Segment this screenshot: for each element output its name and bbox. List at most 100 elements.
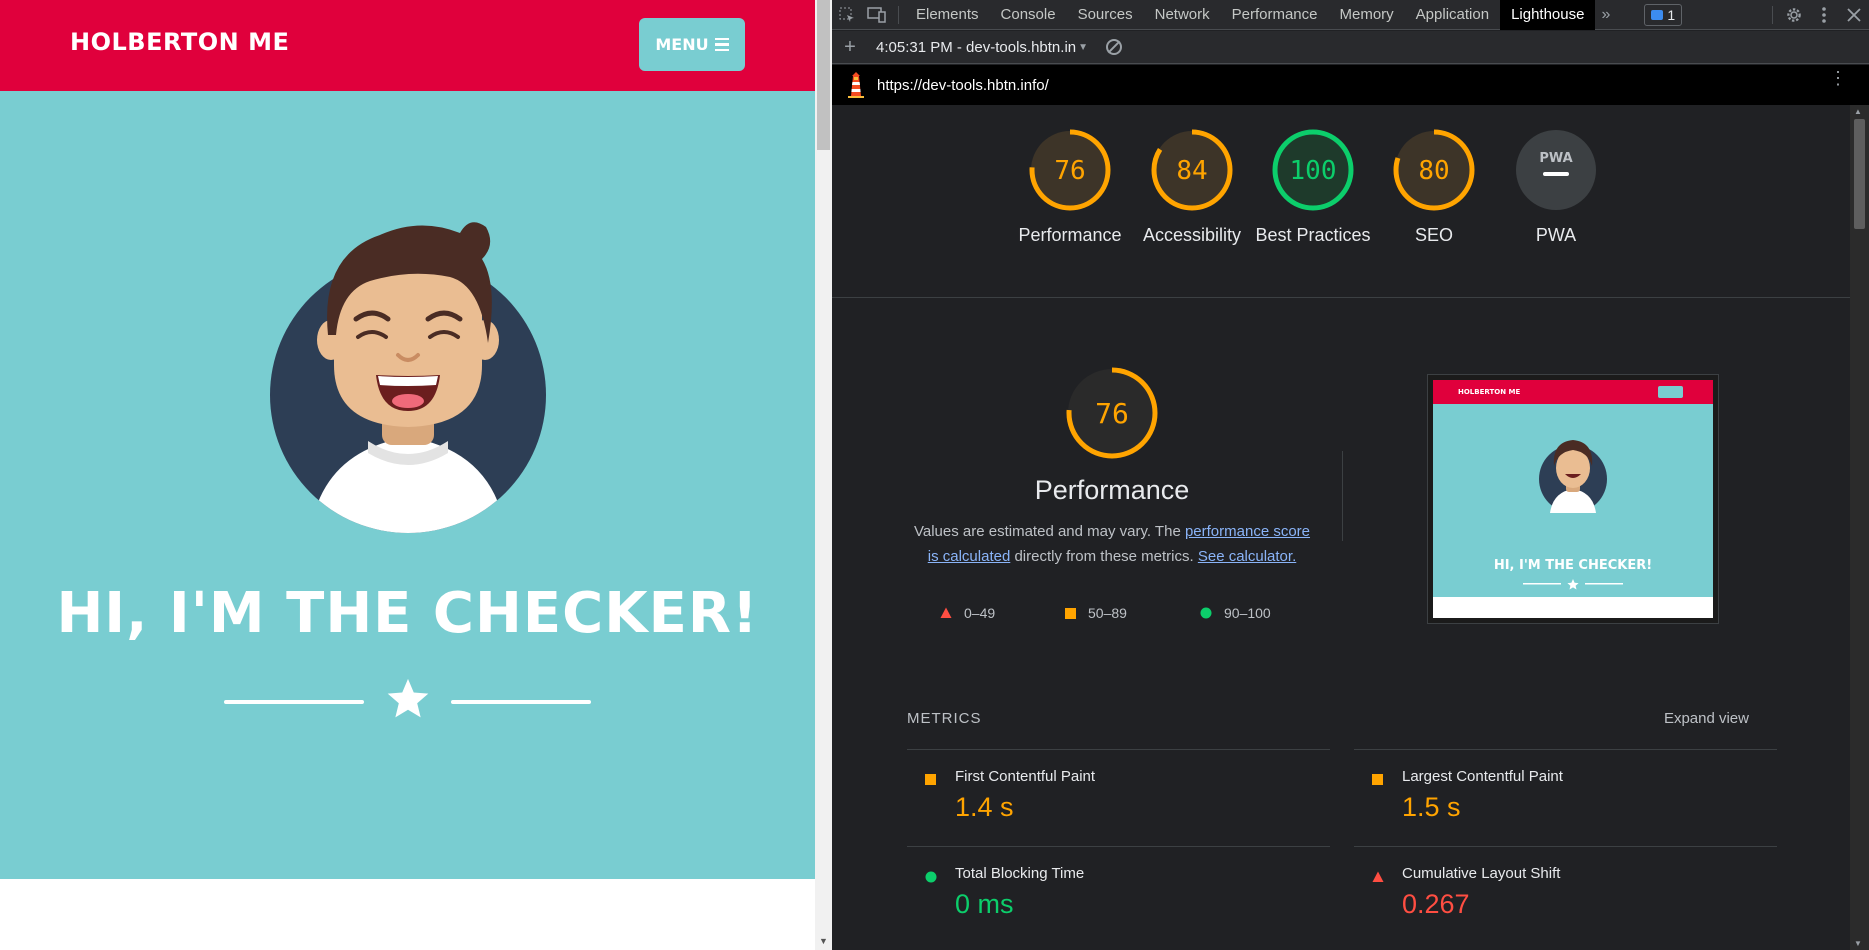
avatar-illustration — [270, 222, 546, 533]
gauge-ring: 84 — [1151, 129, 1233, 211]
tab-lighthouse[interactable]: Lighthouse — [1500, 0, 1596, 30]
gauge-ring: 76 — [1029, 129, 1111, 211]
performance-section: 76 Performance Values are estimated and … — [832, 298, 1850, 950]
gauge-performance[interactable]: 76 Performance — [1010, 127, 1130, 248]
gauge-label: SEO — [1414, 225, 1453, 245]
thumb-title: HI, I'M THE CHECKER! — [1493, 558, 1653, 573]
gear-icon[interactable] — [1779, 0, 1809, 30]
divider-line-left — [224, 700, 364, 704]
square-average-icon — [925, 774, 936, 785]
legend-pass: 90–100 — [1200, 605, 1271, 621]
close-icon[interactable] — [1839, 0, 1869, 30]
gauge-ring: 80 — [1393, 129, 1475, 211]
device-toolbar-icon[interactable] — [862, 0, 892, 30]
devtools-panel: Elements Console Sources Network Perform… — [832, 0, 1869, 950]
score-legend: 0–49 50–89 90–100 — [940, 605, 1340, 627]
site-header: HOLBERTON ME MENU — [0, 0, 815, 91]
metric-value: 0.267 — [1402, 889, 1470, 919]
tab-sources[interactable]: Sources — [1067, 0, 1144, 30]
triangle-fail-icon — [940, 607, 952, 618]
menu-button[interactable]: MENU — [639, 18, 745, 71]
legend-label: 90–100 — [1224, 605, 1271, 621]
lighthouse-report: 76 Performance 84 Accessibility 100 Best… — [832, 105, 1850, 950]
circle-pass-icon — [925, 871, 937, 883]
report-tools-kebab-icon[interactable]: ⋮ — [1829, 69, 1847, 87]
site-brand[interactable]: HOLBERTON ME — [70, 28, 289, 56]
star-icon — [387, 678, 429, 718]
issues-count: 1 — [1667, 6, 1676, 23]
tab-elements[interactable]: Elements — [905, 0, 990, 30]
hero-title: HI, I'M THE CHECKER! — [56, 581, 759, 646]
tab-memory[interactable]: Memory — [1329, 0, 1405, 30]
hero-section: HI, I'M THE CHECKER! — [0, 91, 815, 879]
scroll-up-arrow-icon[interactable]: ▲ — [1854, 107, 1862, 116]
more-tabs-chevron-icon[interactable]: » — [1595, 6, 1616, 24]
inspect-element-icon[interactable] — [832, 0, 862, 30]
gauge-pwa[interactable]: PWA PWA — [1496, 127, 1616, 248]
gauge-label: Performance — [1018, 225, 1122, 245]
devtools-tabbar: Elements Console Sources Network Perform… — [832, 0, 1869, 30]
menu-button-label: MENU — [655, 35, 709, 54]
see-calculator-link[interactable]: See calculator. — [1198, 548, 1296, 565]
report-scrollbar[interactable]: ▲ ▼ — [1850, 105, 1869, 950]
category-gauges: 76 Performance 84 Accessibility 100 Best… — [832, 105, 1850, 298]
gauge-score: 100 — [1290, 156, 1337, 186]
report-scrollbar-thumb[interactable] — [1854, 119, 1865, 229]
section-divider — [1342, 451, 1343, 541]
gauge-score: 76 — [1054, 156, 1085, 186]
metric-name: Cumulative Layout Shift — [1402, 865, 1561, 882]
performance-score: 76 — [1095, 397, 1129, 430]
metric-total-blocking-time[interactable]: Total Blocking Time 0 ms — [907, 846, 1330, 943]
report-url[interactable]: https://dev-tools.hbtn.info/ — [877, 77, 1049, 94]
toolbar-separator — [898, 5, 899, 24]
issues-counter-button[interactable]: 1 — [1644, 3, 1683, 26]
gauge-label: Best Practices — [1255, 225, 1371, 245]
toolbar-separator — [1772, 6, 1773, 24]
metric-name: Largest Contentful Paint — [1402, 768, 1563, 785]
website-scrollbar[interactable]: ▼ — [815, 0, 832, 950]
lighthouse-toolbar: + 4:05:31 PM - dev-tools.hbtn.in ▼ — [832, 31, 1869, 64]
report-url-bar: https://dev-tools.hbtn.info/ ⋮ — [832, 65, 1869, 105]
gauge-seo[interactable]: 80 SEO — [1374, 127, 1494, 248]
scroll-down-arrow-icon[interactable]: ▼ — [1854, 939, 1862, 948]
metric-name: Total Blocking Time — [955, 865, 1085, 882]
thumb-star-divider — [1523, 579, 1623, 590]
pwa-badge-text: PWA — [1539, 151, 1572, 166]
new-report-plus-icon[interactable]: + — [832, 36, 868, 59]
final-screenshot[interactable]: HOLBERTON ME HI, I'M THE CHECKER! — [1427, 374, 1719, 624]
legend-average: 50–89 — [1065, 605, 1127, 621]
scroll-down-arrow-icon[interactable]: ▼ — [819, 936, 828, 946]
report-selector[interactable]: 4:05:31 PM - dev-tools.hbtn.in — [876, 39, 1076, 56]
thumb-menu-button — [1658, 386, 1683, 398]
thumb-brand: HOLBERTON ME — [1458, 388, 1521, 396]
tab-console[interactable]: Console — [990, 0, 1067, 30]
performance-title: Performance — [1034, 475, 1190, 505]
gauge-best-practices[interactable]: 100 Best Practices — [1253, 127, 1373, 248]
metric-value: 1.4 s — [955, 792, 1014, 822]
expand-view-toggle[interactable]: Expand view — [1664, 710, 1749, 727]
desc-text: directly from these metrics. — [1010, 548, 1198, 565]
metric-first-contentful-paint[interactable]: First Contentful Paint 1.4 s — [907, 749, 1330, 846]
gauge-label: PWA — [1535, 225, 1577, 245]
circle-pass-icon — [1200, 607, 1212, 619]
performance-description: Values are estimated and may vary. The p… — [908, 519, 1316, 569]
lighthouse-logo-icon — [848, 72, 864, 98]
metric-largest-contentful-paint[interactable]: Largest Contentful Paint 1.5 s — [1354, 749, 1777, 846]
kebab-menu-icon[interactable] — [1809, 0, 1839, 30]
legend-label: 0–49 — [964, 605, 996, 621]
metric-value: 0 ms — [955, 889, 1014, 919]
tab-performance[interactable]: Performance — [1221, 0, 1329, 30]
website-scrollbar-thumb[interactable] — [817, 0, 830, 150]
legend-label: 50–89 — [1088, 605, 1127, 621]
tab-application[interactable]: Application — [1405, 0, 1500, 30]
website-viewport: HOLBERTON ME MENU HI, I'M THE CHECKER! — [0, 0, 815, 950]
clear-reports-icon[interactable] — [1106, 39, 1123, 55]
square-average-icon — [1065, 607, 1076, 619]
gauge-label: Accessibility — [1142, 225, 1242, 245]
metric-cumulative-layout-shift[interactable]: Cumulative Layout Shift 0.267 — [1354, 846, 1777, 943]
legend-fail: 0–49 — [940, 605, 995, 621]
gauge-accessibility[interactable]: 84 Accessibility — [1132, 127, 1252, 248]
tab-network[interactable]: Network — [1144, 0, 1221, 30]
thumb-avatar — [1539, 440, 1607, 513]
chevron-down-icon[interactable]: ▼ — [1078, 42, 1088, 53]
